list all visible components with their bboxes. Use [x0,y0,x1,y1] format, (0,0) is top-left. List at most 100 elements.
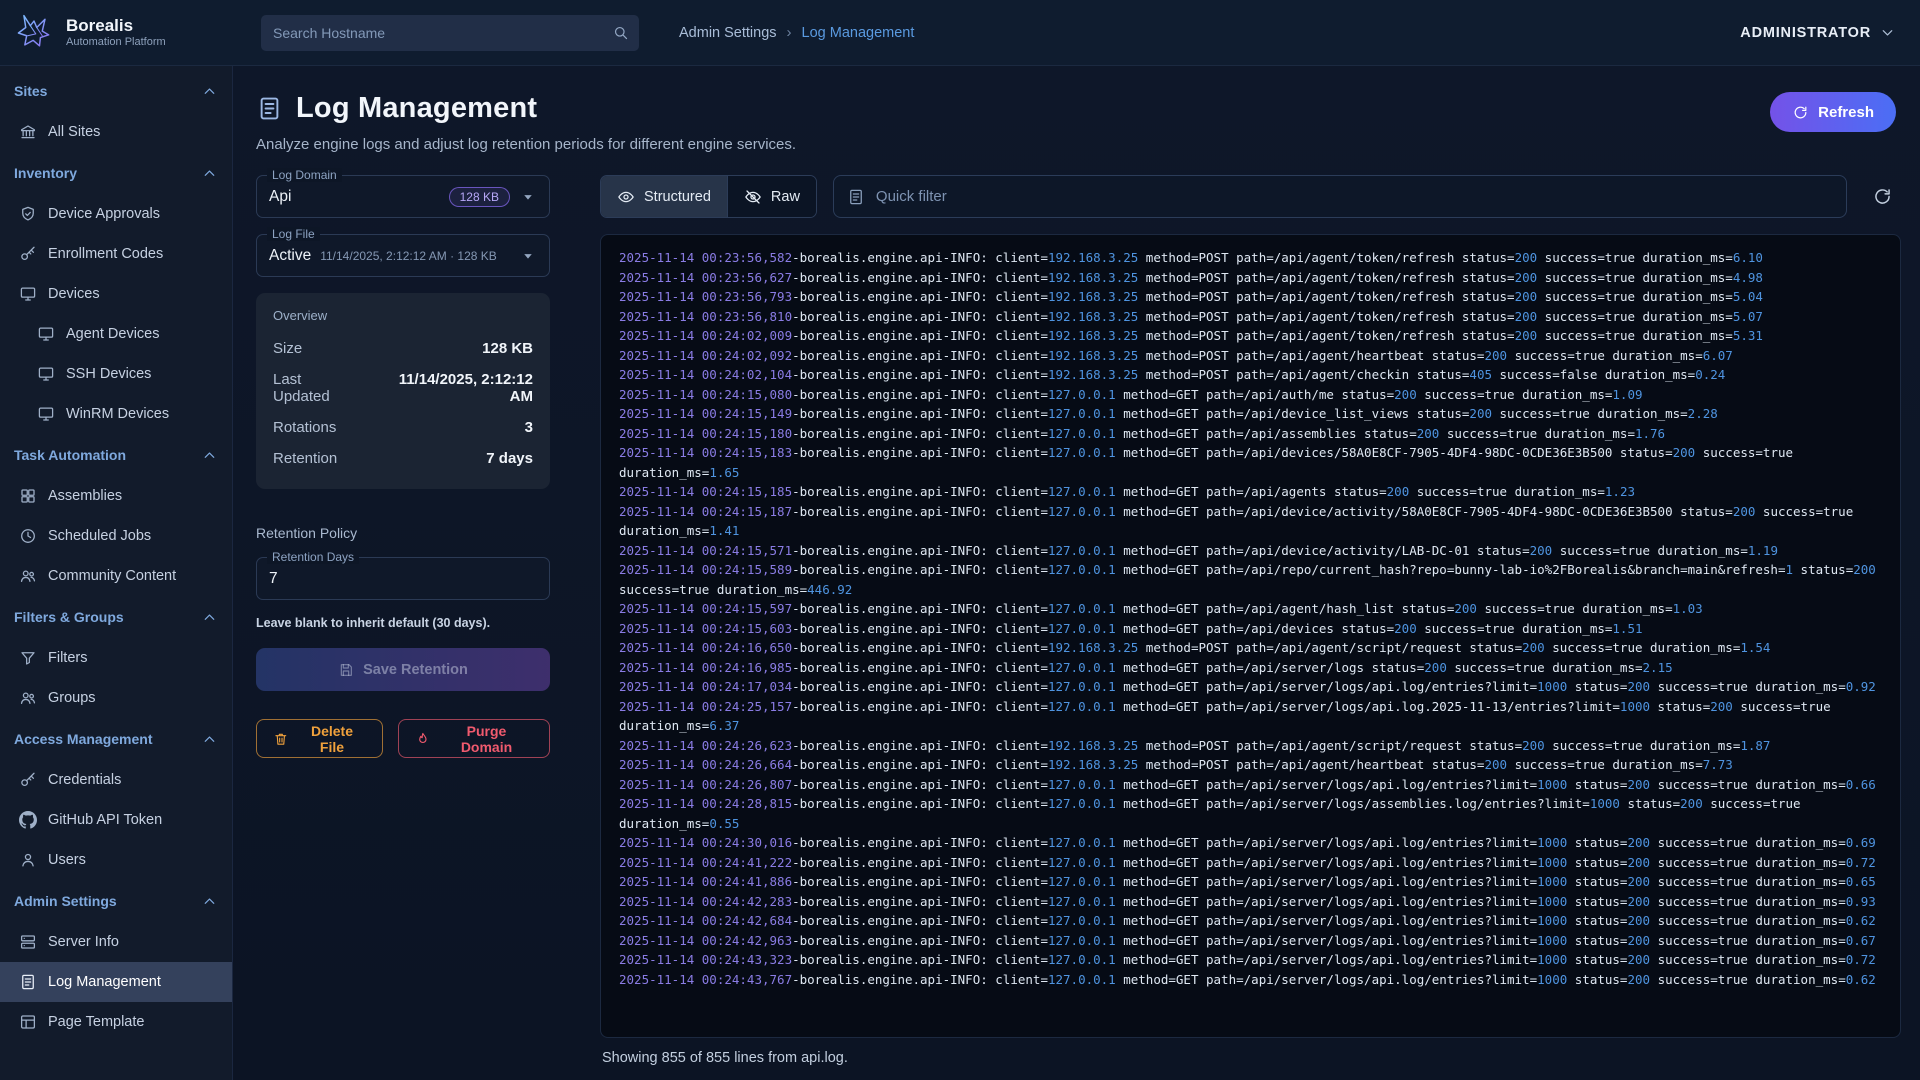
sidebar-item-agent-devices[interactable]: Agent Devices [0,314,232,354]
log-line: 2025-11-14 00:23:56,793-borealis.engine.… [619,287,1882,307]
refresh-button[interactable]: Refresh [1770,92,1896,132]
quick-filter-input[interactable] [876,188,1833,205]
log-line: 2025-11-14 00:24:28,815-borealis.engine.… [619,794,1882,833]
brand-title: Borealis [66,17,166,36]
retention-days-field: Retention Days [256,557,550,600]
overview-row: Last Updated11/14/2025, 2:12:12 AM [273,364,533,412]
search-icon [612,24,629,41]
monitor-icon [37,325,55,343]
brand: Borealis Automation Platform [0,11,233,55]
log-line: 2025-11-14 00:24:15,183-borealis.engine.… [619,443,1882,482]
chevron-up-icon [201,165,218,182]
log-line: 2025-11-14 00:24:30,016-borealis.engine.… [619,833,1882,853]
sidebar-item-label: Agent Devices [66,326,160,342]
flame-icon [415,731,431,747]
save-retention-button[interactable]: Save Retention [256,648,550,691]
sidebar-item-users[interactable]: Users [0,840,232,880]
sidebar-section-label: Admin Settings [14,893,117,909]
sidebar-item-device-approvals[interactable]: Device Approvals [0,194,232,234]
chevron-up-icon [201,447,218,464]
sidebar-section-label: Task Automation [14,447,126,463]
sidebar-item-groups[interactable]: Groups [0,678,232,718]
sidebar-item-github-api-token[interactable]: GitHub API Token [0,800,232,840]
overview-row-value: 128 KB [482,340,533,357]
sidebar-item-assemblies[interactable]: Assemblies [0,476,232,516]
overview-row: Retention7 days [273,443,533,474]
account-menu[interactable]: ADMINISTRATOR [1740,24,1896,41]
retention-days-input[interactable] [269,570,537,588]
person-icon [19,851,37,869]
log-icon [19,973,37,991]
sidebar-item-label: Filters [48,650,87,666]
sidebar-item-server-info[interactable]: Server Info [0,922,232,962]
layout-icon [19,1013,37,1031]
overview-title: Overview [273,308,533,323]
sidebar-section-access-management[interactable]: Access Management [0,718,232,760]
sidebar-section-task-automation[interactable]: Task Automation [0,434,232,476]
trash-icon [273,731,289,747]
sidebar-section-admin-settings[interactable]: Admin Settings [0,880,232,922]
log-controls-panel: Log Domain Api 128 KB Log File Active 11… [256,175,550,1080]
page-header: Log Management Analyze engine logs and a… [233,66,1920,169]
sidebar-item-label: Assemblies [48,488,122,504]
delete-file-button[interactable]: Delete File [256,719,383,758]
sidebar-item-enrollment-codes[interactable]: Enrollment Codes [0,234,232,274]
view-mode-toggle: Structured Raw [600,175,817,218]
sidebar-section: InventoryDevice ApprovalsEnrollment Code… [0,152,232,434]
sidebar-item-label: Community Content [48,568,176,584]
danger-actions: Delete File Purge Domain [256,719,550,758]
structured-view-button[interactable]: Structured [601,176,727,217]
structured-label: Structured [644,189,711,205]
log-line: 2025-11-14 00:23:56,627-borealis.engine.… [619,268,1882,288]
sidebar-item-filters[interactable]: Filters [0,638,232,678]
log-line: 2025-11-14 00:24:16,650-borealis.engine.… [619,638,1882,658]
eye-off-icon [744,188,762,206]
sidebar-section-sites[interactable]: Sites [0,70,232,112]
sidebar-item-ssh-devices[interactable]: SSH Devices [0,354,232,394]
log-line: 2025-11-14 00:24:16,985-borealis.engine.… [619,658,1882,678]
chevron-up-icon [201,731,218,748]
refresh-icon [1792,104,1809,121]
log-toolbar: Structured Raw [600,175,1901,218]
log-output[interactable]: 2025-11-14 00:23:56,582-borealis.engine.… [600,234,1901,1038]
log-line: 2025-11-14 00:24:41,886-borealis.engine.… [619,872,1882,892]
log-line: 2025-11-14 00:24:02,009-borealis.engine.… [619,326,1882,346]
filter-doc-icon [847,188,865,206]
log-file-select[interactable]: Log File Active 11/14/2025, 2:12:12 AM ·… [256,234,550,277]
top-bar: Borealis Automation Platform Admin Setti… [0,0,1920,66]
sidebar-item-page-template[interactable]: Page Template [0,1002,232,1042]
delete-file-label: Delete File [298,723,367,755]
breadcrumb-admin-settings[interactable]: Admin Settings [679,25,777,41]
sidebar-item-scheduled-jobs[interactable]: Scheduled Jobs [0,516,232,556]
sidebar-item-all-sites[interactable]: All Sites [0,112,232,152]
sidebar-section-filters-groups[interactable]: Filters & Groups [0,596,232,638]
sidebar-item-community-content[interactable]: Community Content [0,556,232,596]
sidebar-item-credentials[interactable]: Credentials [0,760,232,800]
overview-card: Overview Size128 KBLast Updated11/14/202… [256,293,550,489]
overview-row-value: 7 days [486,450,533,467]
reload-log-button[interactable] [1863,178,1901,216]
sidebar-item-devices[interactable]: Devices [0,274,232,314]
sidebar-item-label: GitHub API Token [48,812,162,828]
sidebar-section-inventory[interactable]: Inventory [0,152,232,194]
purge-domain-button[interactable]: Purge Domain [398,719,550,758]
hostname-search [261,15,639,51]
sidebar-section: Admin Settings Server InfoLog ManagementP… [0,880,232,1042]
log-line: 2025-11-14 00:24:02,092-borealis.engine.… [619,346,1882,366]
log-domain-select[interactable]: Log Domain Api 128 KB [256,175,550,218]
sidebar-item-label: Devices [48,286,100,302]
sidebar-item-log-management[interactable]: Log Management [0,962,232,1002]
log-file-meta: 11/14/2025, 2:12:12 AM · 128 KB [320,249,497,263]
retention-days-label: Retention Days [267,550,359,564]
log-line: 2025-11-14 00:24:15,603-borealis.engine.… [619,619,1882,639]
page-subtitle: Analyze engine logs and adjust log reten… [256,136,1896,153]
log-line: 2025-11-14 00:24:26,623-borealis.engine.… [619,736,1882,756]
page-title: Log Management [296,92,537,125]
raw-view-button[interactable]: Raw [727,176,816,217]
log-line: 2025-11-14 00:24:02,104-borealis.engine.… [619,365,1882,385]
sidebar-section-label: Filters & Groups [14,609,124,625]
breadcrumb-log-management[interactable]: Log Management [802,25,915,41]
search-input[interactable] [261,15,639,51]
breadcrumb: Admin Settings › Log Management [679,24,914,41]
sidebar-item-winrm-devices[interactable]: WinRM Devices [0,394,232,434]
